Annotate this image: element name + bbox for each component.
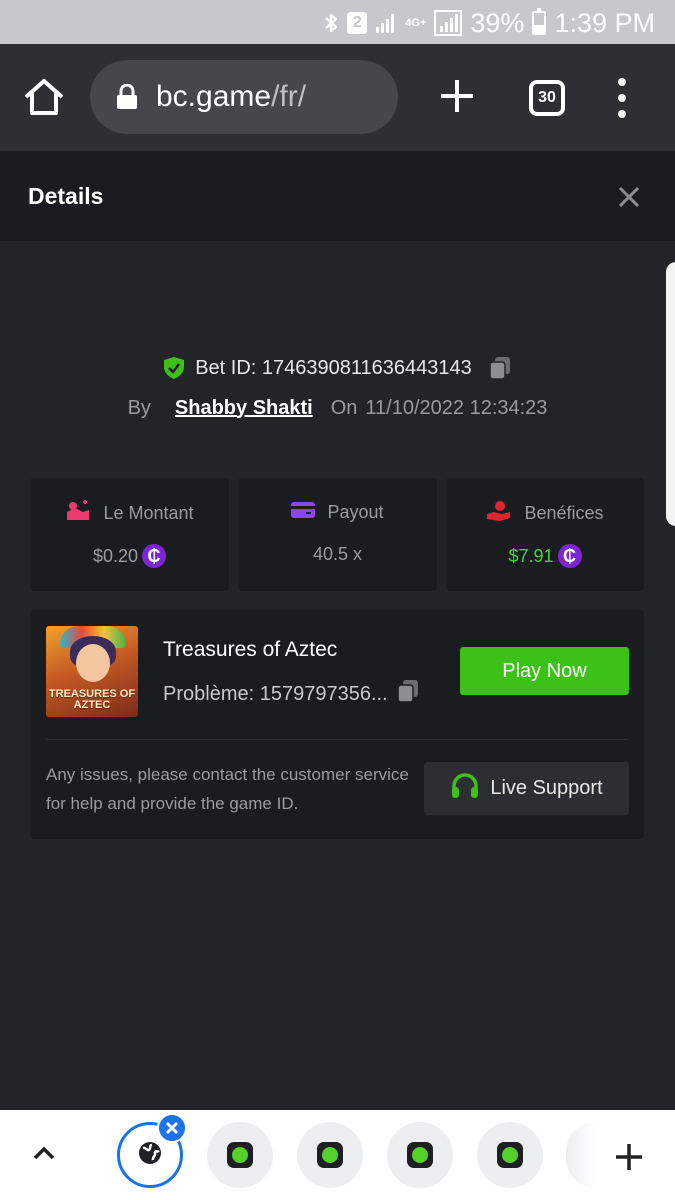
details-header: Details: [0, 151, 675, 241]
tab-item[interactable]: [387, 1122, 453, 1188]
by-label: By: [127, 396, 151, 419]
stat-card-payout: Payout 40.5 x: [238, 478, 437, 591]
game-problem-row: Problème: 1579797356...: [163, 679, 420, 709]
bet-id-row: Bet ID: 1746390811636443143: [0, 352, 675, 384]
globe-icon: [137, 1140, 163, 1171]
close-icon[interactable]: [617, 185, 641, 209]
game-thumbnail-title: TREASURES OF AZTEC: [48, 688, 136, 711]
copy-icon[interactable]: [488, 356, 512, 380]
plus-icon[interactable]: [614, 1142, 644, 1172]
url-path: /fr/: [271, 80, 307, 113]
stat-label: Le Montant: [103, 503, 194, 523]
bet-amount-icon: [65, 500, 91, 527]
live-support-label: Live Support: [490, 777, 603, 799]
bc-game-icon: [317, 1142, 343, 1168]
bc-game-icon: [407, 1142, 433, 1168]
stat-label: Benéfices: [524, 503, 604, 523]
tab-item[interactable]: [207, 1122, 273, 1188]
chevron-up-icon[interactable]: [32, 1144, 56, 1164]
network-type: 4G+: [405, 17, 427, 29]
support-message: Any issues, please contact the customer …: [46, 765, 409, 813]
bluetooth-icon: [323, 11, 339, 35]
browser-toolbar: bc.game/fr/ 30: [0, 44, 675, 151]
battery-percent: 39%: [470, 7, 525, 38]
bet-date: 11/10/2022 12:34:23: [365, 396, 548, 419]
headset-icon: [450, 772, 480, 806]
signal-box-icon: [434, 10, 463, 36]
lock-icon: [116, 83, 138, 110]
battery-icon: [532, 8, 547, 35]
divider: [46, 739, 628, 740]
game-problem-id: Problème: 1579797356...: [163, 682, 388, 705]
coin-icon: ₵: [557, 544, 582, 568]
tab-switcher-icon[interactable]: 30: [529, 80, 565, 116]
tab-item-partial[interactable]: [566, 1122, 596, 1188]
sim-badge: 2: [347, 12, 368, 34]
bc-game-icon: [497, 1142, 523, 1168]
game-name: Treasures of Aztec: [163, 638, 338, 661]
stat-value: 40.5 x: [312, 544, 363, 564]
status-bar: 2 4G+ 39% 1:39 PM: [0, 0, 675, 44]
bet-id: Bet ID: 1746390811636443143: [195, 356, 472, 379]
wallet-icon: [291, 500, 316, 525]
stat-card-profit: Benéfices $7.91 ₵: [446, 478, 644, 591]
play-now-button[interactable]: Play Now: [460, 647, 629, 695]
bc-game-icon: [227, 1142, 253, 1168]
clock: 1:39 PM: [554, 7, 655, 38]
on-label: On: [330, 396, 358, 419]
live-support-button[interactable]: Live Support: [424, 762, 629, 815]
url-domain: bc.game: [156, 80, 272, 113]
copy-icon[interactable]: [396, 679, 420, 709]
tab-item[interactable]: [297, 1122, 363, 1188]
close-icon[interactable]: [157, 1113, 187, 1143]
tab-strip: [0, 1110, 675, 1200]
game-panel: TREASURES OF AZTEC Treasures of Aztec Pr…: [30, 610, 644, 839]
bet-author-row: By Shabby Shakti On 11/10/2022 12:34:23: [0, 393, 675, 423]
url-bar[interactable]: bc.game/fr/: [90, 60, 398, 134]
stat-card-amount: Le Montant $0.20 ₵: [30, 478, 229, 591]
user-link[interactable]: Shabby Shakti: [175, 397, 313, 420]
plus-icon[interactable]: [437, 76, 477, 116]
stat-label: Payout: [327, 502, 384, 522]
game-thumbnail[interactable]: TREASURES OF AZTEC: [46, 626, 138, 717]
more-vertical-icon[interactable]: [610, 78, 634, 118]
coin-icon: ₵: [142, 544, 167, 568]
home-icon[interactable]: [22, 77, 66, 117]
profit-hand-icon: [486, 500, 512, 527]
stat-value: $0.20: [92, 545, 139, 566]
page-title: Details: [28, 183, 104, 209]
tab-item[interactable]: [477, 1122, 543, 1188]
signal-icon: [375, 12, 397, 34]
verified-shield-icon: [163, 356, 185, 380]
stat-value: $7.91: [508, 545, 554, 566]
